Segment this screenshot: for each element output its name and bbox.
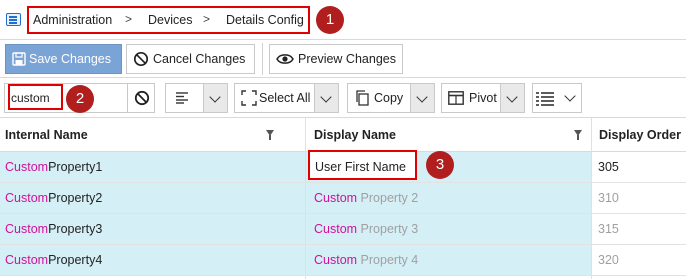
column-header-display-name[interactable]: Display Name (314, 128, 396, 142)
align-dropdown[interactable] (165, 83, 228, 113)
table-row[interactable]: CustomProperty4 Custom Property 4 320 (0, 245, 686, 276)
save-icon (12, 52, 26, 66)
callout-badge: 1 (316, 6, 344, 34)
callout-badge: 2 (66, 85, 94, 113)
copy-icon (356, 90, 369, 106)
save-changes-label: Save Changes (29, 52, 112, 66)
display-name-cell[interactable]: Custom Property 3 (306, 214, 591, 244)
display-order-cell[interactable]: 320 (592, 245, 686, 275)
breadcrumb-separator: > (125, 12, 133, 26)
display-name-text: Property 3 (357, 222, 419, 236)
pivot-dropdown[interactable]: Pivot (441, 83, 525, 113)
callout-badge: 3 (426, 151, 454, 179)
filter-toolbar (0, 78, 686, 118)
cancel-changes-button[interactable]: Cancel Changes (126, 44, 255, 74)
select-all-icon (241, 90, 257, 106)
grid-header: Internal Name Display Name Display Order (0, 118, 686, 152)
breadcrumb-administration[interactable]: Administration (33, 13, 112, 27)
display-order-cell[interactable]: 310 (592, 183, 686, 213)
display-order-value: 315 (598, 222, 619, 236)
display-name-text: Property 2 (357, 191, 419, 205)
dropdown-arrow[interactable] (500, 84, 524, 112)
action-toolbar: Save Changes Cancel Changes Preview Chan… (0, 40, 686, 78)
pivot-label: Pivot (469, 91, 497, 105)
display-name-cell[interactable]: Custom Property 2 (306, 183, 591, 213)
search-highlight (8, 84, 63, 110)
search-match-text: Custom (5, 253, 49, 267)
select-all-dropdown[interactable]: Select All (234, 83, 339, 113)
internal-name-cell[interactable]: CustomProperty4 (0, 245, 305, 275)
internal-name-cell[interactable]: CustomProperty1 (0, 152, 305, 182)
display-name-text: User First Name (315, 160, 406, 174)
chevron-down-icon[interactable] (564, 90, 576, 102)
edited-display-name-cell[interactable]: User First Name (308, 150, 417, 180)
chevron-down-icon (320, 91, 332, 103)
internal-name-text: Property1 (48, 160, 103, 174)
list-layout-icon (536, 92, 554, 106)
display-name-text: Property 4 (357, 253, 419, 267)
copy-dropdown[interactable]: Copy (347, 83, 435, 113)
display-order-cell[interactable]: 315 (592, 214, 686, 244)
internal-name-cell[interactable]: CustomProperty2 (0, 183, 305, 213)
dropdown-arrow[interactable] (203, 84, 227, 112)
preview-changes-label: Preview Changes (298, 52, 396, 66)
search-match-text: Custom (314, 191, 358, 205)
internal-name-text: Property4 (48, 253, 103, 267)
preview-changes-button[interactable]: Preview Changes (269, 44, 403, 74)
chevron-down-icon (416, 91, 428, 103)
toolbar-divider (262, 43, 263, 75)
copy-label: Copy (374, 91, 404, 105)
search-match-text: Custom (5, 160, 49, 174)
dropdown-arrow[interactable] (410, 84, 434, 112)
select-all-label: Select All (259, 91, 311, 105)
search-match-text: Custom (5, 222, 49, 236)
grid-app-icon[interactable] (6, 13, 21, 26)
breadcrumb-details-config: Details Config (226, 13, 304, 27)
breadcrumb-bar: Administration > Devices > Details Confi… (0, 0, 686, 40)
eye-icon (276, 54, 294, 64)
search-match-text: Custom (314, 222, 358, 236)
internal-name-cell[interactable]: CustomProperty3 (0, 214, 305, 244)
layout-dropdown[interactable] (532, 83, 582, 113)
chevron-down-icon (209, 91, 221, 103)
display-name-cell[interactable]: Custom Property 4 (306, 245, 591, 275)
display-order-value: 305 (598, 160, 619, 174)
clear-icon (134, 90, 150, 106)
breadcrumb-devices[interactable]: Devices (148, 13, 192, 27)
chevron-down-icon (506, 91, 518, 103)
table-row[interactable]: CustomProperty3 Custom Property 3 315 (0, 214, 686, 245)
search-match-text: Custom (5, 191, 49, 205)
column-header-internal-name[interactable]: Internal Name (5, 128, 88, 142)
save-changes-button[interactable]: Save Changes (5, 44, 122, 74)
cancel-icon (133, 51, 149, 67)
display-order-value: 320 (598, 253, 619, 267)
internal-name-text: Property3 (48, 222, 103, 236)
cancel-changes-label: Cancel Changes (153, 52, 246, 66)
table-pivot-icon (448, 91, 464, 105)
dropdown-arrow[interactable] (314, 84, 338, 112)
filter-icon[interactable] (266, 130, 274, 140)
internal-name-text: Property2 (48, 191, 103, 205)
align-left-icon (176, 92, 188, 104)
filter-icon[interactable] (574, 130, 582, 140)
display-order-value: 310 (598, 191, 619, 205)
display-order-cell[interactable]: 305 (592, 152, 686, 182)
clear-search-button[interactable] (127, 84, 155, 112)
breadcrumb-separator: > (203, 12, 211, 26)
search-match-text: Custom (314, 253, 358, 267)
column-header-display-order[interactable]: Display Order (599, 128, 681, 142)
table-row[interactable]: CustomProperty2 Custom Property 2 310 (0, 183, 686, 214)
